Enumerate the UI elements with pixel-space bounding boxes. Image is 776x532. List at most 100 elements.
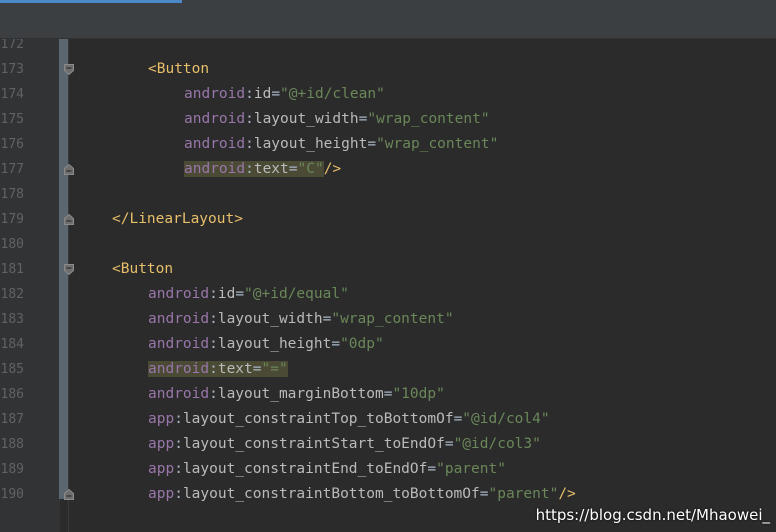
code-token: layout_constraintBottom_toBottomOf — [182, 486, 480, 502]
line-number: 185 — [0, 362, 24, 377]
code-token: : — [245, 161, 254, 177]
line-number: 182 — [0, 287, 24, 302]
code-token: android — [184, 161, 246, 177]
code-text: android:layout_width="wrap_content" — [184, 107, 490, 132]
code-token: text — [253, 161, 289, 177]
line-number: 190 — [0, 487, 24, 502]
code-token: : — [174, 486, 183, 502]
line-number: 187 — [0, 412, 24, 427]
fold-collapse-icon[interactable] — [64, 264, 74, 275]
code-text: <Button — [112, 257, 173, 282]
line-number: 172 — [0, 39, 24, 52]
code-token: layout_height — [253, 136, 368, 152]
code-token: android — [184, 86, 246, 102]
code-line[interactable]: 188 app:layout_constraintStart_toEndOf="@… — [0, 432, 776, 457]
code-token: "parent" — [436, 461, 506, 477]
code-token: : — [174, 461, 183, 477]
line-number: 188 — [0, 437, 24, 452]
code-token: "wrap_content" — [367, 111, 490, 127]
code-text: android:text="C"/> — [184, 157, 341, 182]
code-token: /> — [323, 161, 342, 177]
code-token: "parent" — [488, 486, 559, 502]
code-text: android:layout_width="wrap_content" — [148, 307, 454, 332]
code-text: android:layout_marginBottom="10dp" — [148, 382, 445, 407]
code-text: android:text="=" — [148, 357, 288, 382]
line-number: 175 — [0, 112, 24, 127]
code-token: : — [209, 336, 218, 352]
code-line[interactable]: 183 android:layout_width="wrap_content" — [0, 307, 776, 332]
fold-collapse-icon[interactable] — [64, 64, 74, 75]
code-text: app:layout_constraintStart_toEndOf="@id/… — [148, 432, 541, 457]
code-line[interactable]: 186 android:layout_marginBottom="10dp" — [0, 382, 776, 407]
code-token: : — [174, 436, 183, 452]
code-token: android — [184, 136, 246, 152]
code-token: /> — [558, 486, 576, 502]
editor-tab-bar — [0, 0, 776, 39]
code-token: id — [253, 86, 272, 102]
code-token: layout_marginBottom — [217, 386, 384, 402]
code-line[interactable]: 174 android:id="@+id/clean" — [0, 82, 776, 107]
fold-end-icon[interactable] — [64, 489, 74, 500]
code-token: = — [331, 336, 341, 352]
code-token: layout_width — [253, 111, 359, 127]
code-line[interactable]: 172 — [0, 39, 776, 57]
line-number: 184 — [0, 337, 24, 352]
code-line[interactable]: 179 </LinearLayout> — [0, 207, 776, 232]
code-line[interactable]: 190 app:layout_constraintBottom_toBottomO… — [0, 482, 776, 507]
code-token: android — [148, 286, 210, 302]
code-token: android — [148, 336, 210, 352]
code-token: "wrap_content" — [331, 311, 454, 327]
watermark: https://blog.csdn.net/Mhaowei_ — [535, 506, 770, 524]
code-token: "@id/col3" — [453, 436, 541, 452]
line-number: 177 — [0, 162, 24, 177]
code-token: layout_constraintStart_toEndOf — [182, 436, 445, 452]
fold-end-icon[interactable] — [64, 214, 74, 225]
code-token: "C" — [297, 161, 324, 177]
code-text: android:id="@+id/clean" — [184, 82, 385, 107]
line-number: 176 — [0, 137, 24, 152]
code-text: <Button — [148, 57, 209, 82]
code-token: app — [148, 461, 175, 477]
line-number: 189 — [0, 462, 24, 477]
code-token: android — [148, 386, 210, 402]
code-line[interactable]: 178 — [0, 182, 776, 207]
code-token: <Button — [112, 261, 174, 277]
code-line[interactable]: 187 app:layout_constraintTop_toBottomOf="… — [0, 407, 776, 432]
fold-end-icon[interactable] — [64, 164, 74, 175]
code-token: : — [209, 361, 218, 377]
code-text: app:layout_constraintTop_toBottomOf="@id… — [148, 407, 550, 432]
code-line[interactable]: 180 — [0, 232, 776, 257]
code-token: = — [288, 161, 298, 177]
code-token: "10dp" — [392, 386, 445, 402]
line-number: 180 — [0, 237, 24, 252]
code-token: "0dp" — [340, 336, 384, 352]
code-token: = — [453, 411, 463, 427]
code-token: = — [235, 286, 245, 302]
code-token: app — [148, 411, 175, 427]
code-line[interactable]: 176 android:layout_height="wrap_content" — [0, 132, 776, 157]
code-token: id — [217, 286, 236, 302]
code-token: text — [217, 361, 253, 377]
line-number: 186 — [0, 387, 24, 402]
code-token: = — [252, 361, 262, 377]
code-token: layout_constraintEnd_toEndOf — [182, 461, 428, 477]
code-token: layout_constraintTop_toBottomOf — [182, 411, 454, 427]
code-line[interactable]: 184 android:layout_height="0dp" — [0, 332, 776, 357]
line-number: 181 — [0, 262, 24, 277]
code-token: = — [367, 136, 377, 152]
code-token: app — [148, 486, 175, 502]
code-line[interactable]: 181 <Button — [0, 257, 776, 282]
code-line[interactable]: 185 android:text="=" — [0, 357, 776, 382]
line-number: 173 — [0, 62, 24, 77]
code-token: = — [271, 86, 281, 102]
code-token: : — [174, 411, 183, 427]
code-line[interactable]: 173 <Button — [0, 57, 776, 82]
code-line[interactable]: 177 android:text="C"/> — [0, 157, 776, 182]
code-text: </LinearLayout> — [112, 207, 243, 232]
code-token: <Button — [148, 61, 210, 77]
code-editor[interactable]: 172 173 <Button 174 android:id="@+id/clean" 1… — [0, 39, 776, 532]
code-line[interactable]: 189 app:layout_constraintEnd_toEndOf="par… — [0, 457, 776, 482]
code-line[interactable]: 182 android:id="@+id/equal" — [0, 282, 776, 307]
code-token: layout_height — [217, 336, 332, 352]
code-line[interactable]: 175 android:layout_width="wrap_content" — [0, 107, 776, 132]
